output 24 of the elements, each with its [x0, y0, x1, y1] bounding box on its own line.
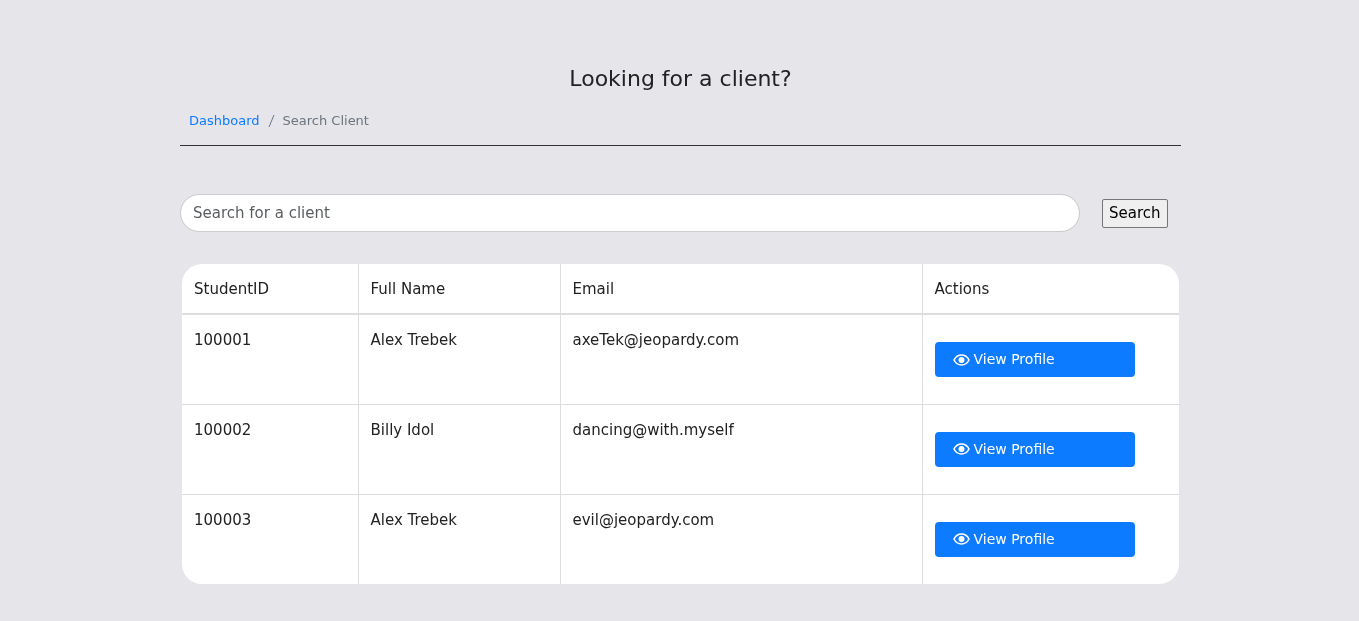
- table-cell: 100002: [182, 404, 358, 495]
- table-cell: dancing@with.myself: [560, 404, 922, 495]
- breadcrumb-link[interactable]: Dashboard: [189, 110, 260, 131]
- column-header: Email: [560, 264, 922, 315]
- view-profile-button[interactable]: View Profile: [934, 342, 1135, 378]
- eye-icon: [952, 533, 970, 546]
- column-header: Full Name: [358, 264, 560, 315]
- view-profile-button[interactable]: View Profile: [934, 521, 1135, 557]
- table-cell: 100001: [182, 314, 358, 405]
- view-profile-button[interactable]: View Profile: [934, 431, 1135, 467]
- table-cell: Alex Trebek: [358, 494, 560, 585]
- search-field[interactable]: Search for a client: [180, 194, 1080, 233]
- table-cell: 100003: [182, 494, 358, 585]
- table-cell: evil@jeopardy.com: [560, 494, 922, 585]
- eye-icon: [952, 443, 970, 456]
- column-header: Actions: [922, 264, 1179, 315]
- search-button[interactable]: Search: [1102, 199, 1168, 228]
- table-cell: Billy Idol: [358, 404, 560, 495]
- column-header: StudentID: [182, 264, 358, 315]
- page-heading: Looking for a client?: [568, 66, 793, 93]
- breadcrumb-current: Search Client: [282, 111, 369, 130]
- eye-icon: [952, 353, 970, 366]
- table-cell: Alex Trebek: [358, 314, 560, 405]
- table-cell: axeTek@jeopardy.com: [560, 314, 922, 405]
